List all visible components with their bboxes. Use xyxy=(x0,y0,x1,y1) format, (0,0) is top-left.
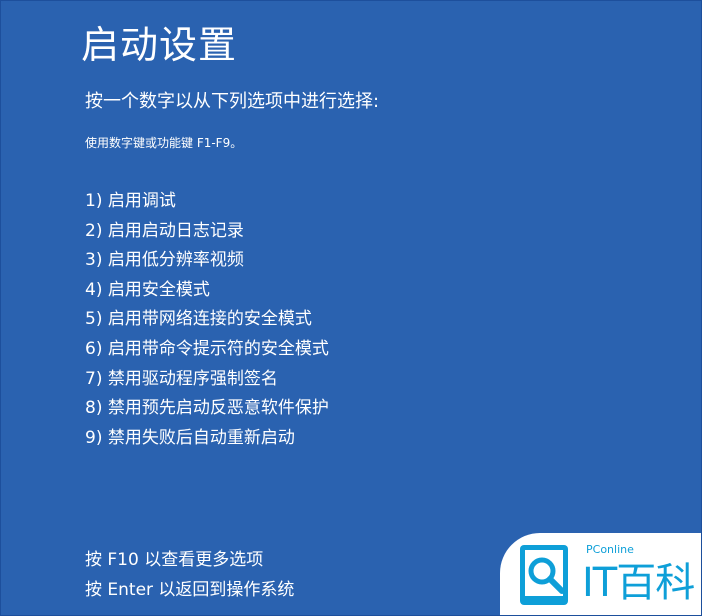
option-disable-early-launch-antimalware[interactable]: 8) 禁用预先启动反恶意软件保护 xyxy=(85,394,329,424)
option-enable-safe-mode[interactable]: 4) 启用安全模式 xyxy=(85,276,329,306)
startup-options-list: 1) 启用调试 2) 启用启动日志记录 3) 启用低分辨率视频 4) 启用安全模… xyxy=(85,187,329,453)
watermark-badge: PConline IT百科 xyxy=(500,533,701,615)
option-enable-boot-logging[interactable]: 2) 启用启动日志记录 xyxy=(85,217,329,247)
page-title: 启动设置 xyxy=(81,23,238,67)
instruction-text: 按一个数字以从下列选项中进行选择: xyxy=(85,91,380,112)
watermark-name: IT百科 xyxy=(582,560,695,606)
option-disable-driver-signature-enforcement[interactable]: 7) 禁用驱动程序强制签名 xyxy=(85,365,329,395)
return-to-os-hint: 按 Enter 以返回到操作系统 xyxy=(85,580,295,600)
magnifier-document-icon xyxy=(520,545,568,605)
option-enable-debugging[interactable]: 1) 启用调试 xyxy=(85,187,329,217)
more-options-hint: 按 F10 以查看更多选项 xyxy=(85,550,264,570)
option-disable-auto-restart-on-failure[interactable]: 9) 禁用失败后自动重新启动 xyxy=(85,424,329,454)
option-enable-low-resolution-video[interactable]: 3) 启用低分辨率视频 xyxy=(85,246,329,276)
option-enable-safe-mode-command-prompt[interactable]: 6) 启用带命令提示符的安全模式 xyxy=(85,335,329,365)
startup-settings-screen: 启动设置 按一个数字以从下列选项中进行选择: 使用数字键或功能键 F1-F9。 … xyxy=(0,0,702,616)
watermark-brand: PConline xyxy=(586,543,634,556)
key-hint-text: 使用数字键或功能键 F1-F9。 xyxy=(85,136,243,150)
option-enable-safe-mode-networking[interactable]: 5) 启用带网络连接的安全模式 xyxy=(85,305,329,335)
